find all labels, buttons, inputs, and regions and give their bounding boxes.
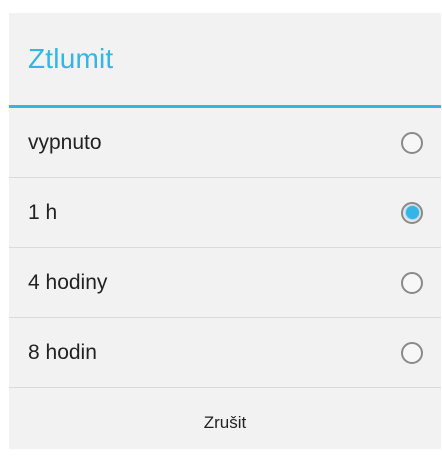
option-label: vypnuto bbox=[28, 130, 102, 154]
dialog-header: Ztlumit bbox=[9, 13, 441, 105]
dialog-footer: Zrušit bbox=[9, 388, 441, 458]
option-label: 8 hodin bbox=[28, 340, 97, 364]
option-row-8h[interactable]: 8 hodin bbox=[9, 318, 441, 388]
cancel-button[interactable]: Zrušit bbox=[188, 405, 263, 441]
radio-button-off[interactable] bbox=[401, 131, 423, 154]
option-label: 1 h bbox=[28, 200, 58, 224]
dialog-title: Ztlumit bbox=[28, 43, 114, 74]
radio-selected-dot bbox=[405, 206, 419, 219]
mute-dialog: Ztlumit vypnuto 1 h 4 hodiny 8 hodin Zru… bbox=[9, 13, 441, 449]
radio-button-1h[interactable] bbox=[401, 201, 423, 224]
option-list: vypnuto 1 h 4 hodiny 8 hodin bbox=[9, 108, 441, 388]
radio-button-8h[interactable] bbox=[401, 341, 423, 364]
option-row-1h[interactable]: 1 h bbox=[9, 178, 441, 248]
option-label: 4 hodiny bbox=[28, 270, 108, 294]
option-row-off[interactable]: vypnuto bbox=[9, 108, 441, 178]
option-row-4h[interactable]: 4 hodiny bbox=[9, 248, 441, 318]
radio-button-4h[interactable] bbox=[401, 271, 423, 294]
